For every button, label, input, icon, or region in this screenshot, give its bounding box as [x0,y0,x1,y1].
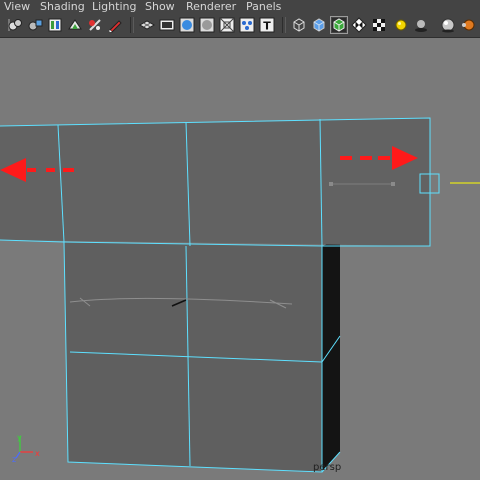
film-gate-icon[interactable] [159,17,175,33]
menu-bar: View Shading Lighting Show Renderer Pane… [0,0,480,13]
menu-view[interactable]: View [4,0,30,13]
axis-gizmo: y x z [12,433,40,464]
wireframe-on-shaded-icon[interactable] [330,16,348,34]
scene-canvas: y x z [0,117,480,473]
camera-name-label: persp [313,462,342,473]
wireframe-icon[interactable] [291,17,307,33]
safe-action-icon[interactable] [239,17,255,33]
shadows-icon[interactable] [413,17,429,33]
bookmarks-icon[interactable] [47,17,63,33]
resolution-gate-icon[interactable] [179,17,195,33]
axis-x-label: x [35,449,40,458]
two-d-pan-icon[interactable] [87,17,103,33]
field-chart-icon[interactable] [219,17,235,33]
smooth-shade-icon[interactable] [311,17,327,33]
menu-shading[interactable]: Shading [40,0,85,13]
menu-panels[interactable]: Panels [246,0,281,13]
camera-attributes-icon[interactable] [27,17,43,33]
grid-icon[interactable] [139,17,155,33]
gate-mask-icon[interactable] [199,17,215,33]
textured-icon[interactable] [351,17,367,33]
use-all-lights-icon[interactable] [393,17,409,33]
select-camera-icon[interactable] [7,17,23,33]
axis-y-label: y [17,433,22,442]
toolbar-separator [130,17,134,33]
axis-z-label: z [12,455,16,464]
mesh-top-slab [0,118,430,246]
toolbar-separator [282,17,286,33]
perspective-viewport[interactable]: y x z [0,38,480,480]
mesh-shadow-face [322,240,340,472]
panel-toolbar: T [0,13,480,38]
render-sphere-icon[interactable] [460,17,476,33]
menu-lighting[interactable]: Lighting [92,0,136,13]
grease-pencil-icon[interactable] [107,17,123,33]
menu-renderer[interactable]: Renderer [186,0,236,13]
toolbar-handle-icon [1,17,10,33]
menu-show[interactable]: Show [145,0,175,13]
high-quality-icon[interactable] [440,17,456,33]
image-plane-icon[interactable] [67,17,83,33]
checker-icon[interactable] [371,17,387,33]
svg-text:T: T [263,20,271,33]
safe-title-icon[interactable]: T [259,17,275,33]
